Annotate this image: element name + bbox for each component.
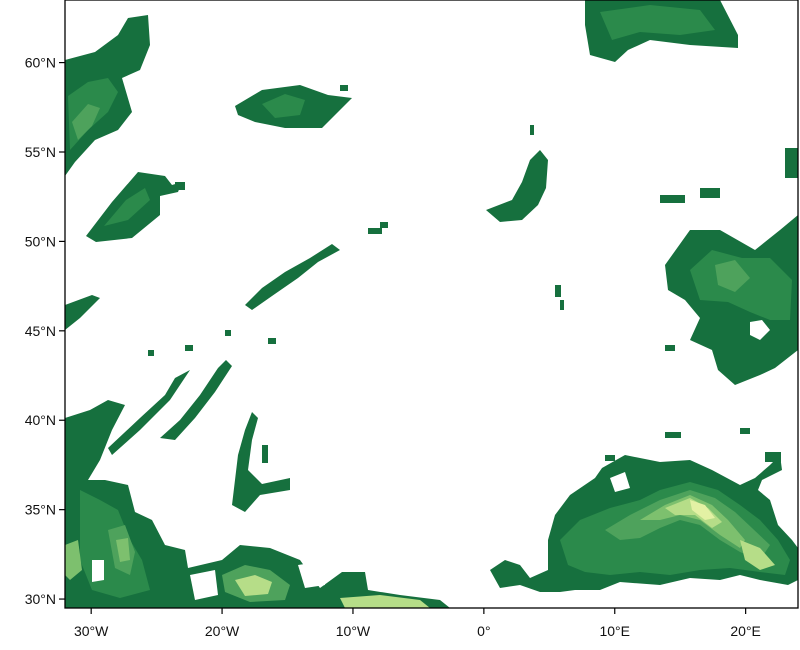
field-speck	[340, 85, 348, 91]
field-speck	[262, 445, 268, 463]
latitude-tick-label: 40°N	[25, 412, 56, 428]
longitude-tick-label: 10°E	[599, 623, 630, 639]
field-speck	[605, 455, 615, 461]
latitude-tick-label: 55°N	[25, 144, 56, 160]
field-speck	[185, 345, 193, 351]
field-speck	[785, 148, 798, 178]
longitude-axis: 30°W 20°W 10°W 0° 10°E 20°E	[74, 608, 761, 639]
longitude-tick-label: 30°W	[74, 623, 109, 639]
longitude-tick-label: 10°W	[336, 623, 371, 639]
longitude-tick-label: 0°	[477, 623, 490, 639]
latitude-tick-label: 50°N	[25, 233, 56, 249]
field-region	[232, 412, 290, 512]
latitude-tick-label: 60°N	[25, 55, 56, 71]
field-speck	[665, 345, 675, 351]
field-speck	[175, 182, 185, 190]
field-region	[486, 150, 548, 222]
latitude-tick-label: 45°N	[25, 323, 56, 339]
field-region	[92, 560, 104, 582]
longitude-tick-label: 20°W	[205, 623, 240, 639]
field-region	[190, 570, 218, 600]
latitude-axis: 30°N 35°N 40°N 45°N 50°N 55°N 60°N	[25, 55, 65, 607]
latitude-tick-label: 35°N	[25, 502, 56, 518]
field-speck	[530, 125, 534, 135]
field-speck	[660, 195, 685, 203]
field-region	[160, 360, 232, 440]
field-speck	[555, 285, 561, 297]
field-speck	[765, 452, 781, 462]
field-region	[65, 295, 100, 330]
field-speck	[368, 228, 382, 234]
field-region	[245, 244, 340, 310]
latitude-tick-label: 30°N	[25, 591, 56, 607]
shaded-field-layer	[65, 0, 798, 608]
field-speck	[740, 428, 750, 434]
field-speck	[560, 300, 564, 310]
field-speck	[225, 330, 231, 336]
field-speck	[700, 188, 720, 198]
map-figure: 30°W 20°W 10°W 0° 10°E 20°E 30°N 35°N 40°N 45°N 5…	[25, 0, 799, 639]
field-speck	[665, 432, 681, 438]
longitude-tick-label: 20°E	[730, 623, 761, 639]
field-speck	[148, 350, 154, 356]
field-speck	[268, 338, 276, 344]
field-speck	[380, 222, 388, 228]
